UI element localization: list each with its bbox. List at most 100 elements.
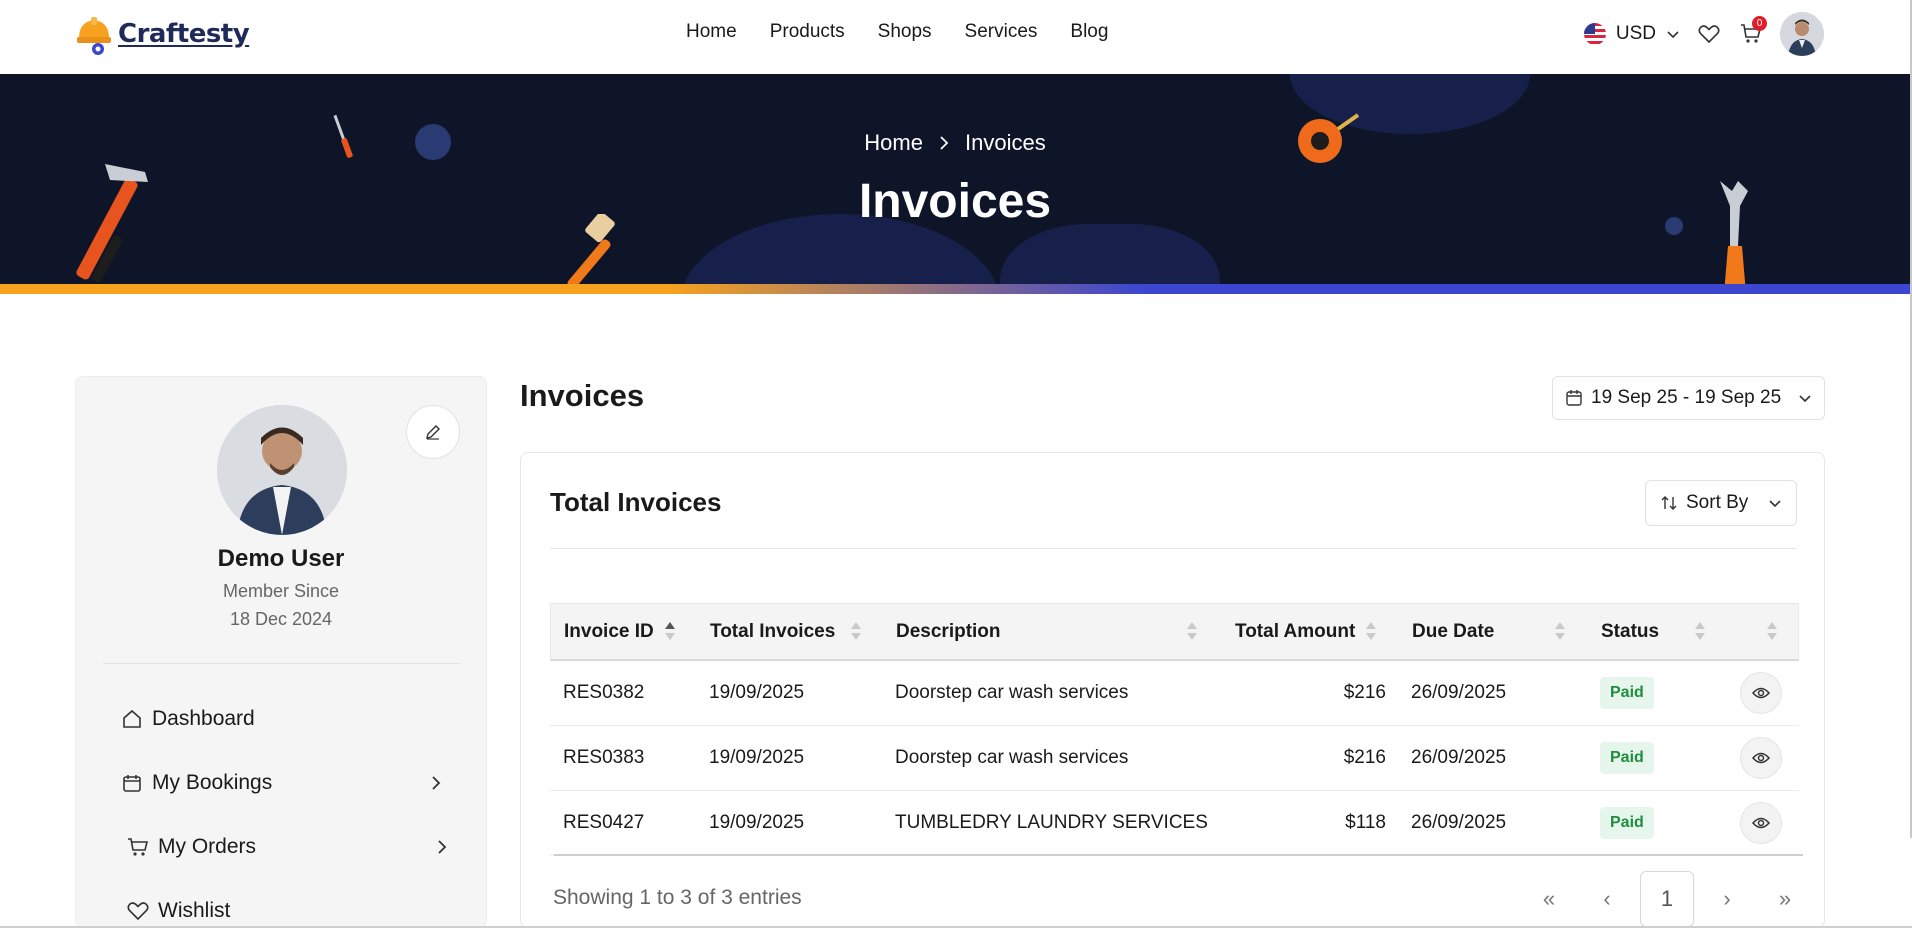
cell-due-date: 26/09/2025 [1411,682,1507,703]
breadcrumb: Home Invoices [0,130,1910,156]
view-invoice-button[interactable] [1740,672,1782,714]
edit-profile-button[interactable] [406,405,460,459]
cell-due-date: 26/09/2025 [1411,812,1507,833]
currency-selector[interactable]: USD [1583,23,1680,45]
cell-invoice-date: 19/09/2025 [709,682,805,703]
sort-arrow-icon[interactable] [1767,620,1777,644]
heart-icon [1698,25,1720,44]
status-badge: Paid [1600,742,1654,774]
member-since-label: Member Since [222,581,340,601]
nav-blog[interactable]: Blog [1070,19,1108,45]
page-title: Invoices [520,378,645,413]
nav-shops[interactable]: Shops [878,19,932,45]
wishlist-button[interactable] [1696,21,1722,47]
table-header: Invoice ID Total Invoices Description To… [550,603,1799,661]
hero-title: Invoices [858,175,1052,228]
cell-due-date: 26/09/2025 [1411,747,1507,768]
pencil-icon [426,425,440,440]
cell-invoice-id: RES0382 [563,682,645,703]
invoices-card: Total Invoices Sort By Invoice ID Total … [520,452,1825,928]
sort-arrow-icon[interactable] [1695,620,1705,644]
cell-amount: $216 [1343,682,1386,703]
sort-arrow-icon[interactable] [1187,620,1197,644]
profile-avatar [217,405,347,535]
sidebar-item-wishlist[interactable]: Wishlist [126,891,442,928]
previous-page-button[interactable]: ‹ [1578,871,1636,927]
card-divider [550,548,1797,549]
first-page-button[interactable]: « [1520,871,1578,927]
sort-arrows-icon [1661,496,1677,510]
sidebar-item-label: My Bookings [152,771,273,794]
breadcrumb-home[interactable]: Home [864,130,923,156]
calendar-icon [1566,390,1582,406]
chevron-right-icon [438,840,447,854]
top-navigation-bar: Craftesty Home Products Shops Services B… [0,0,1912,74]
pagination: « ‹ 1 › » [1520,871,1814,927]
cell-invoice-id: RES0383 [563,747,645,768]
chevron-right-icon [940,136,949,150]
cell-invoice-date: 19/09/2025 [709,812,805,833]
column-header-status[interactable]: Status [1601,604,1659,660]
chevron-down-icon [1667,31,1679,39]
table-row: RES0427 19/09/2025 TUMBLEDRY LAUNDRY SER… [550,791,1799,856]
account-sidebar: Demo User Member Since 18 Dec 2024 Dashb… [75,376,487,928]
column-header-total-amount[interactable]: Total Amount [1235,604,1355,660]
date-range-picker[interactable]: 19 Sep 25 - 19 Sep 25 [1552,376,1825,420]
breadcrumb-current: Invoices [964,130,1046,155]
member-since-date: 18 Dec 2024 [229,609,333,629]
sidebar-item-label: Wishlist [158,899,231,922]
table-scroll-edge [554,854,1803,856]
page-1-button[interactable]: 1 [1640,871,1694,927]
column-header-invoice-id[interactable]: Invoice ID [564,604,654,660]
us-flag-icon [1583,23,1606,45]
chevron-down-icon [1769,500,1781,508]
home-icon [120,707,144,731]
brand-logo[interactable]: Craftesty [74,10,250,58]
sidebar-item-label: Dashboard [152,707,255,730]
chevron-right-icon [432,776,441,790]
cell-description: Doorstep car wash services [895,682,1129,703]
header-tools: USD 0 [1583,12,1824,56]
chevron-down-icon [1799,395,1811,403]
eye-icon [1752,817,1770,829]
table-row: RES0383 19/09/2025 Doorstep car wash ser… [550,726,1799,791]
status-badge: Paid [1600,807,1654,839]
cell-amount: $118 [1345,812,1386,833]
main-nav: Home Products Shops Services Blog [686,19,1108,45]
invoices-table: Invoice ID Total Invoices Description To… [550,603,1799,856]
sort-arrow-icon[interactable] [1366,620,1376,644]
table-row: RES0382 19/09/2025 Doorstep car wash ser… [550,661,1799,726]
cell-invoice-date: 19/09/2025 [709,747,805,768]
column-header-description[interactable]: Description [896,604,1001,660]
sidebar-item-my-bookings[interactable]: My Bookings [120,763,442,803]
currency-label: USD [1615,23,1656,44]
eye-icon [1752,752,1770,764]
nav-services[interactable]: Services [965,19,1038,45]
page-hero-banner: Home Invoices Invoices [0,74,1910,294]
next-page-button[interactable]: › [1698,871,1756,927]
brand-name: Craftesty [118,19,250,49]
sidebar-item-label: My Orders [158,835,257,858]
view-invoice-button[interactable] [1740,737,1782,779]
hero-accent-strip [0,284,1910,294]
calendar-icon [120,771,144,795]
last-page-button[interactable]: » [1756,871,1814,927]
sort-arrow-icon[interactable] [665,620,675,644]
nav-home[interactable]: Home [686,19,737,45]
user-avatar[interactable] [1780,12,1824,56]
sidebar-divider [103,663,459,664]
status-badge: Paid [1600,677,1654,709]
view-invoice-button[interactable] [1740,802,1782,844]
cart-button[interactable]: 0 [1738,16,1767,47]
sidebar-item-my-orders[interactable]: My Orders [126,827,448,867]
sort-by-dropdown[interactable]: Sort By [1645,480,1797,526]
card-title: Total Invoices [550,487,722,517]
sidebar-item-dashboard[interactable]: Dashboard [120,699,442,739]
cell-amount: $216 [1343,747,1386,768]
nav-products[interactable]: Products [770,19,845,45]
sort-arrow-icon[interactable] [851,620,861,644]
column-header-due-date[interactable]: Due Date [1412,604,1494,660]
cell-description: TUMBLEDRY LAUNDRY SERVICES [895,812,1208,833]
sort-arrow-icon[interactable] [1555,620,1565,644]
column-header-total-invoices[interactable]: Total Invoices [710,604,835,660]
